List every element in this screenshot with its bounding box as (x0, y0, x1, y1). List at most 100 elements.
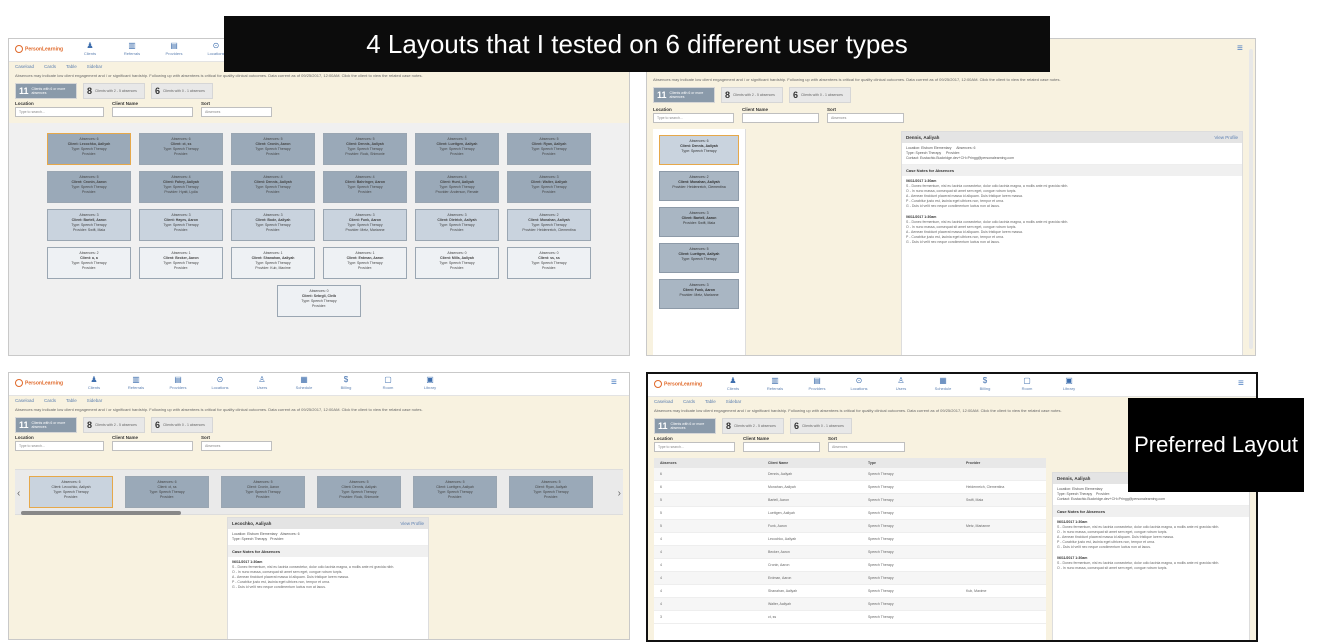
carousel-card[interactable]: Absences: 5 Client: Cronin, Aaron Type: Sp… (221, 476, 305, 508)
sort-select[interactable]: Absences (827, 113, 904, 123)
carousel-scrollbar[interactable] (21, 511, 181, 515)
tab-caseload[interactable]: Caseload (654, 399, 673, 404)
table-row[interactable]: 4 Becker, Aaron Speech Therapy (654, 546, 1046, 559)
nav-users[interactable]: ♙ Users (880, 377, 922, 392)
table-row[interactable]: 5 Luettgen, Aaliyah Speech Therapy (654, 507, 1046, 520)
client-card[interactable]: Absences: 5 Client: Cronin, Aaron Type: Sp… (231, 133, 315, 165)
count-6plus[interactable]: 11 Clients with 6 or more absences (654, 418, 716, 434)
nav-billing[interactable]: $ Billing (964, 377, 1006, 392)
location-search-input[interactable]: Type to search... (654, 442, 735, 452)
nav-locations[interactable]: ⊙ Locations (838, 377, 880, 392)
count-2to5[interactable]: 8 Clients with 2 - 5 absences (83, 417, 145, 433)
nav-referrals[interactable]: ▥ Referrals (115, 376, 157, 391)
sort-select[interactable]: Absences (201, 441, 272, 451)
client-card[interactable]: Absences: 0 Client: Sebrgli, Cleib Type: S… (277, 285, 361, 317)
client-name-input[interactable] (112, 441, 193, 451)
carousel-card[interactable]: Absences: 6 Client: ct, ss Type: Speech Th… (125, 476, 209, 508)
count-0to1[interactable]: 6 Clients with 0 - 1 absences (151, 83, 213, 99)
count-6plus[interactable]: 11 Clients with 6 or more absences (653, 87, 715, 103)
carousel-card[interactable]: Absences: 5 Client: Luettgen, Aaliyah Type… (413, 476, 497, 508)
client-card[interactable]: Absences: 5 Client: Dennis, Aaliyah Type: … (323, 133, 407, 165)
carousel-card[interactable]: Absences: 5 Client: Ryan, Aaliyah Type: Sp… (509, 476, 593, 508)
tab-table[interactable]: Table (66, 398, 77, 403)
tab-cards[interactable]: Cards (44, 64, 56, 69)
tab-sidebar[interactable]: Sidebar (726, 399, 742, 404)
tab-cards[interactable]: Cards (44, 398, 56, 403)
nav-schedule[interactable]: ▦ Schedule (922, 377, 964, 392)
client-card[interactable]: Absences: 3 Client: Dietrich, Aaliyah Type… (415, 209, 499, 241)
client-card[interactable]: Absences: 0 Client: ss, ss Type: Speech Th… (507, 247, 591, 279)
client-card[interactable]: Absences: 4 Client: Fahey, Aaliyah Type: S… (139, 171, 223, 203)
carousel-card[interactable]: Absences: 5 Client: Dennis, Aaliyah Type: … (317, 476, 401, 508)
list-card[interactable]: Absences: 3 Client: Bartell, Aaron Provide… (659, 207, 739, 237)
nav-locations[interactable]: ⊙ Locations (199, 376, 241, 391)
client-card[interactable]: Absences: 4 Client: Dennis, Aaliyah Type: … (231, 171, 315, 203)
client-name-input[interactable] (742, 113, 819, 123)
scrollbar[interactable] (1249, 49, 1253, 349)
view-profile-link[interactable]: View Profile (1214, 135, 1238, 140)
carousel-prev-arrow[interactable]: ‹ (17, 488, 20, 499)
nav-schedule[interactable]: ▦ Schedule (283, 376, 325, 391)
list-card[interactable]: Absences: 2 Client: Monahan, Aaliyah Provi… (659, 171, 739, 201)
table-row[interactable]: 5 Bartell, Aaron Speech Therapy Swift, Maia (654, 494, 1046, 507)
client-name-input[interactable] (112, 107, 193, 117)
nav-room[interactable]: ▢ Room (1006, 377, 1048, 392)
list-card[interactable]: Absences: 5 Client: Luettgen, Aaliyah Type… (659, 243, 739, 273)
nav-referrals[interactable]: ▥ Referrals (111, 42, 153, 57)
client-card[interactable]: Absences: 0 Client: Mills, Aaliyah Type: S… (415, 247, 499, 279)
table-row[interactable]: 5 Funk, Aaron Speech Therapy Metz, Marianne (654, 520, 1046, 533)
table-row[interactable]: 6 Monahan, Aaliyah Speech Therapy Heidenrei… (654, 481, 1046, 494)
count-0to1[interactable]: 6 Clients with 0 - 1 absences (790, 418, 852, 434)
client-card[interactable]: Absences: 5 Client: Luettgen, Aaliyah Type… (415, 133, 499, 165)
menu-icon[interactable]: ≡ (1237, 44, 1247, 54)
count-2to5[interactable]: 8 Clients with 2 - 5 absences (722, 418, 784, 434)
carousel-card[interactable]: Absences: 6 Client: Lecochko, Aaliyah Type… (29, 476, 113, 508)
table-row[interactable]: 4 Walter, Aaliyah Speech Therapy (654, 598, 1046, 611)
client-card[interactable]: Absences: 1 Client: Shanahan, Aaliyah Type… (231, 247, 315, 279)
tab-caseload[interactable]: Caseload (15, 64, 34, 69)
count-0to1[interactable]: 6 Clients with 0 - 1 absences (789, 87, 851, 103)
nav-clients[interactable]: ♟ Clients (73, 376, 115, 391)
client-card[interactable]: Absences: 2 Client: Monahan, Aaliyah Type:… (507, 209, 591, 241)
client-card[interactable]: Absences: 1 Client: Becker, Aaron Type: Sp… (139, 247, 223, 279)
nav-providers[interactable]: ▤ Providers (796, 377, 838, 392)
client-card[interactable]: Absences: 4 Client: Bahringer, Aaron Type:… (323, 171, 407, 203)
nav-providers[interactable]: ▤ Providers (157, 376, 199, 391)
client-card[interactable]: Absences: 1 Client: Erdman, Aaron Type: Sp… (323, 247, 407, 279)
client-card[interactable]: Absences: 3 Client: Funk, Aaron Type: Spee… (323, 209, 407, 241)
count-0to1[interactable]: 6 Clients with 0 - 1 absences (151, 417, 213, 433)
nav-referrals[interactable]: ▥ Referrals (754, 377, 796, 392)
nav-library[interactable]: ▣ Library (1048, 377, 1090, 392)
client-card[interactable]: Absences: 3 Client: Bode, Aaliyah Type: Sp… (231, 209, 315, 241)
nav-clients[interactable]: ♟ Clients (712, 377, 754, 392)
client-card[interactable]: Absences: 5 Client: Ryan, Aaliyah Type: Sp… (507, 133, 591, 165)
count-2to5[interactable]: 8 Clients with 2 - 5 absences (721, 87, 783, 103)
table-row[interactable]: 4 Erdman, Aaron Speech Therapy (654, 572, 1046, 585)
client-card[interactable]: Absences: 2 Client: a, a Type: Speech Ther… (47, 247, 131, 279)
client-card[interactable]: Absences: 3 Client: Walter, Aaliyah Type: … (507, 171, 591, 203)
menu-icon[interactable]: ≡ (1238, 379, 1248, 389)
menu-icon[interactable]: ≡ (611, 378, 621, 388)
view-profile-link[interactable]: View Profile (400, 521, 424, 526)
client-card[interactable]: Absences: 4 Client: Hunt, Aaliyah Type: Sp… (415, 171, 499, 203)
sort-select[interactable]: Absences (201, 107, 272, 117)
list-card[interactable]: Absences: 6 Client: Dennis, Aaliyah Type: … (659, 135, 739, 165)
tab-sidebar[interactable]: Sidebar (87, 64, 103, 69)
nav-billing[interactable]: $ Billing (325, 376, 367, 391)
count-6plus[interactable]: 11 Clients with 6 or more absences (15, 83, 77, 99)
table-row[interactable]: 4 Lecochko, Aaliyah Speech Therapy (654, 533, 1046, 546)
table-row[interactable]: 4 Cronin, Aaron Speech Therapy (654, 559, 1046, 572)
tab-sidebar[interactable]: Sidebar (87, 398, 103, 403)
table-row[interactable]: 3 ct, ss Speech Therapy (654, 611, 1046, 624)
list-card[interactable]: Absences: 3 Client: Funk, Aaron Provider: … (659, 279, 739, 309)
carousel-next-arrow[interactable]: › (618, 488, 621, 499)
tab-table[interactable]: Table (705, 399, 716, 404)
count-6plus[interactable]: 11 Clients with 6 or more absences (15, 417, 77, 433)
client-card[interactable]: Absences: 3 Client: Hayes, Aaron Type: Spe… (139, 209, 223, 241)
table-row[interactable]: 4 Shanahan, Aaliyah Speech Therapy Kub, Max… (654, 585, 1046, 598)
sort-select[interactable]: Absences (828, 442, 905, 452)
client-card[interactable]: Absences: 3 Client: Bartell, Aaron Type: S… (47, 209, 131, 241)
nav-library[interactable]: ▣ Library (409, 376, 451, 391)
location-search-input[interactable]: Type to search... (15, 107, 104, 117)
client-card[interactable]: Absences: 6 Client: Lecochko, Aaliyah Type… (47, 133, 131, 165)
